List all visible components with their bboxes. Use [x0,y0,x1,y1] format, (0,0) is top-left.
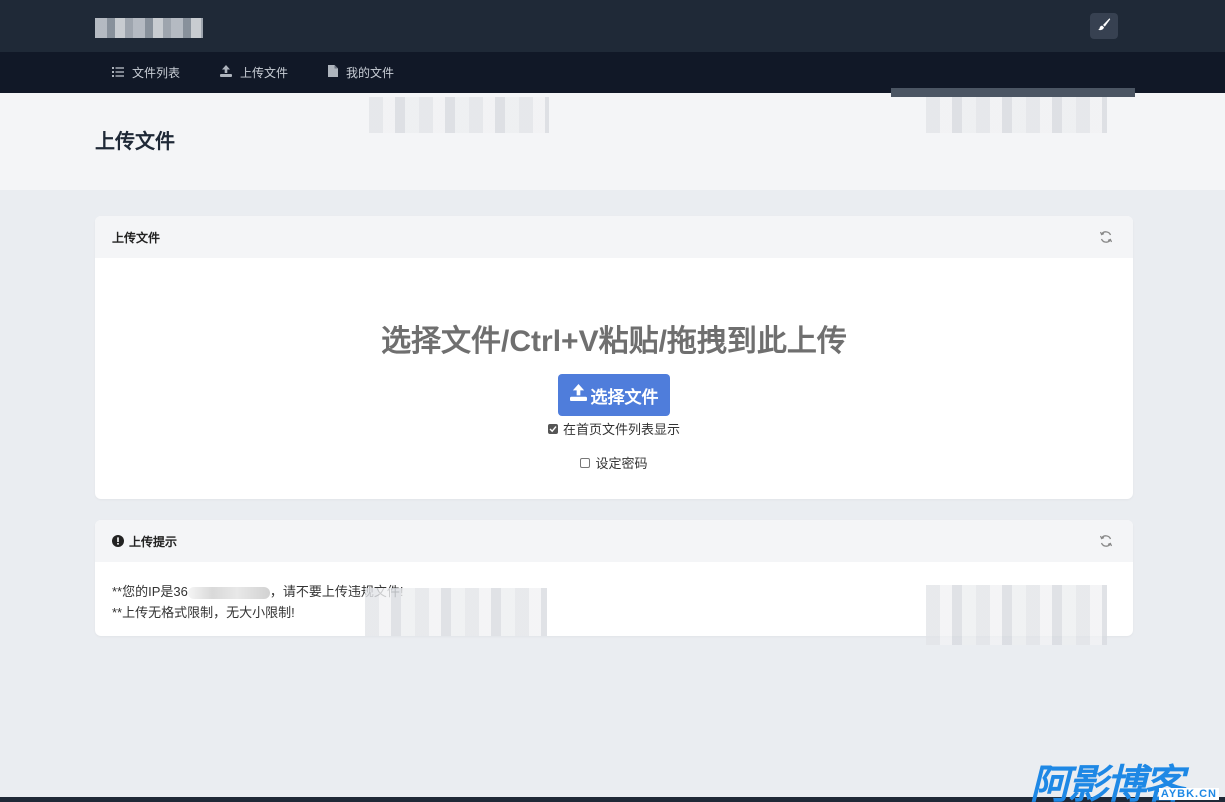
page-title: 上传文件 [95,131,175,153]
watermark-domain: AYBK.CN [1158,788,1219,800]
theme-toggle-button[interactable] [1090,13,1118,39]
show-on-home-option: 在首页文件列表显示 [95,419,1133,438]
upload-card: 上传文件 选择文件/Ctrl+V粘贴/拖拽到此上传 选择文件 在首页文件列表显示… [95,216,1133,499]
hint-card-header: 上传提示 [95,520,1133,562]
info-icon [112,535,124,547]
site-logo[interactable] [95,18,203,38]
choose-file-button[interactable]: 选择文件 [558,374,670,416]
upload-icon [569,384,591,406]
set-password-checkbox[interactable] [580,457,591,468]
nav-label: 我的文件 [346,66,395,80]
ip-hint-prefix: **您的IP是36 [112,584,188,599]
choose-file-label: 选择文件 [590,387,659,407]
main-nav: 文件列表 上传文件 我的文件 [0,52,1225,93]
set-password-label[interactable]: 设定密码 [595,453,647,472]
refresh-icon[interactable] [1099,534,1113,551]
redacted-bar [891,88,1135,97]
card-title: 上传文件 [112,230,161,245]
file-icon [328,65,346,80]
redacted-area [369,97,549,133]
upload-icon [220,65,240,80]
ip-hint-line: **您的IP是36 ，请不要上传违规文件! [112,581,404,600]
redacted-area [365,588,547,636]
redacted-area [926,97,1107,133]
list-icon [112,66,132,80]
nav-item-upload[interactable]: 上传文件 [220,52,288,93]
refresh-icon[interactable] [1099,230,1113,247]
card-title: 上传提示 [129,534,178,549]
redacted-area [926,585,1107,645]
redacted-ip [187,586,270,599]
show-on-home-label[interactable]: 在首页文件列表显示 [563,419,680,438]
top-header [0,0,1225,52]
watermark-logo: 阿影博客 AYBK.CN [1030,752,1225,802]
show-on-home-checkbox[interactable] [547,423,558,434]
upload-card-header: 上传文件 [95,216,1133,258]
nav-label: 上传文件 [240,66,289,80]
nav-item-file-list[interactable]: 文件列表 [112,52,180,93]
nav-item-my-files[interactable]: 我的文件 [328,52,394,93]
set-password-option: 设定密码 [95,453,1133,472]
upload-drop-zone-heading[interactable]: 选择文件/Ctrl+V粘贴/拖拽到此上传 [95,316,1133,360]
limit-hint-line: **上传无格式限制，无大小限制! [112,605,295,620]
brush-icon [1097,17,1111,36]
nav-label: 文件列表 [132,66,181,80]
